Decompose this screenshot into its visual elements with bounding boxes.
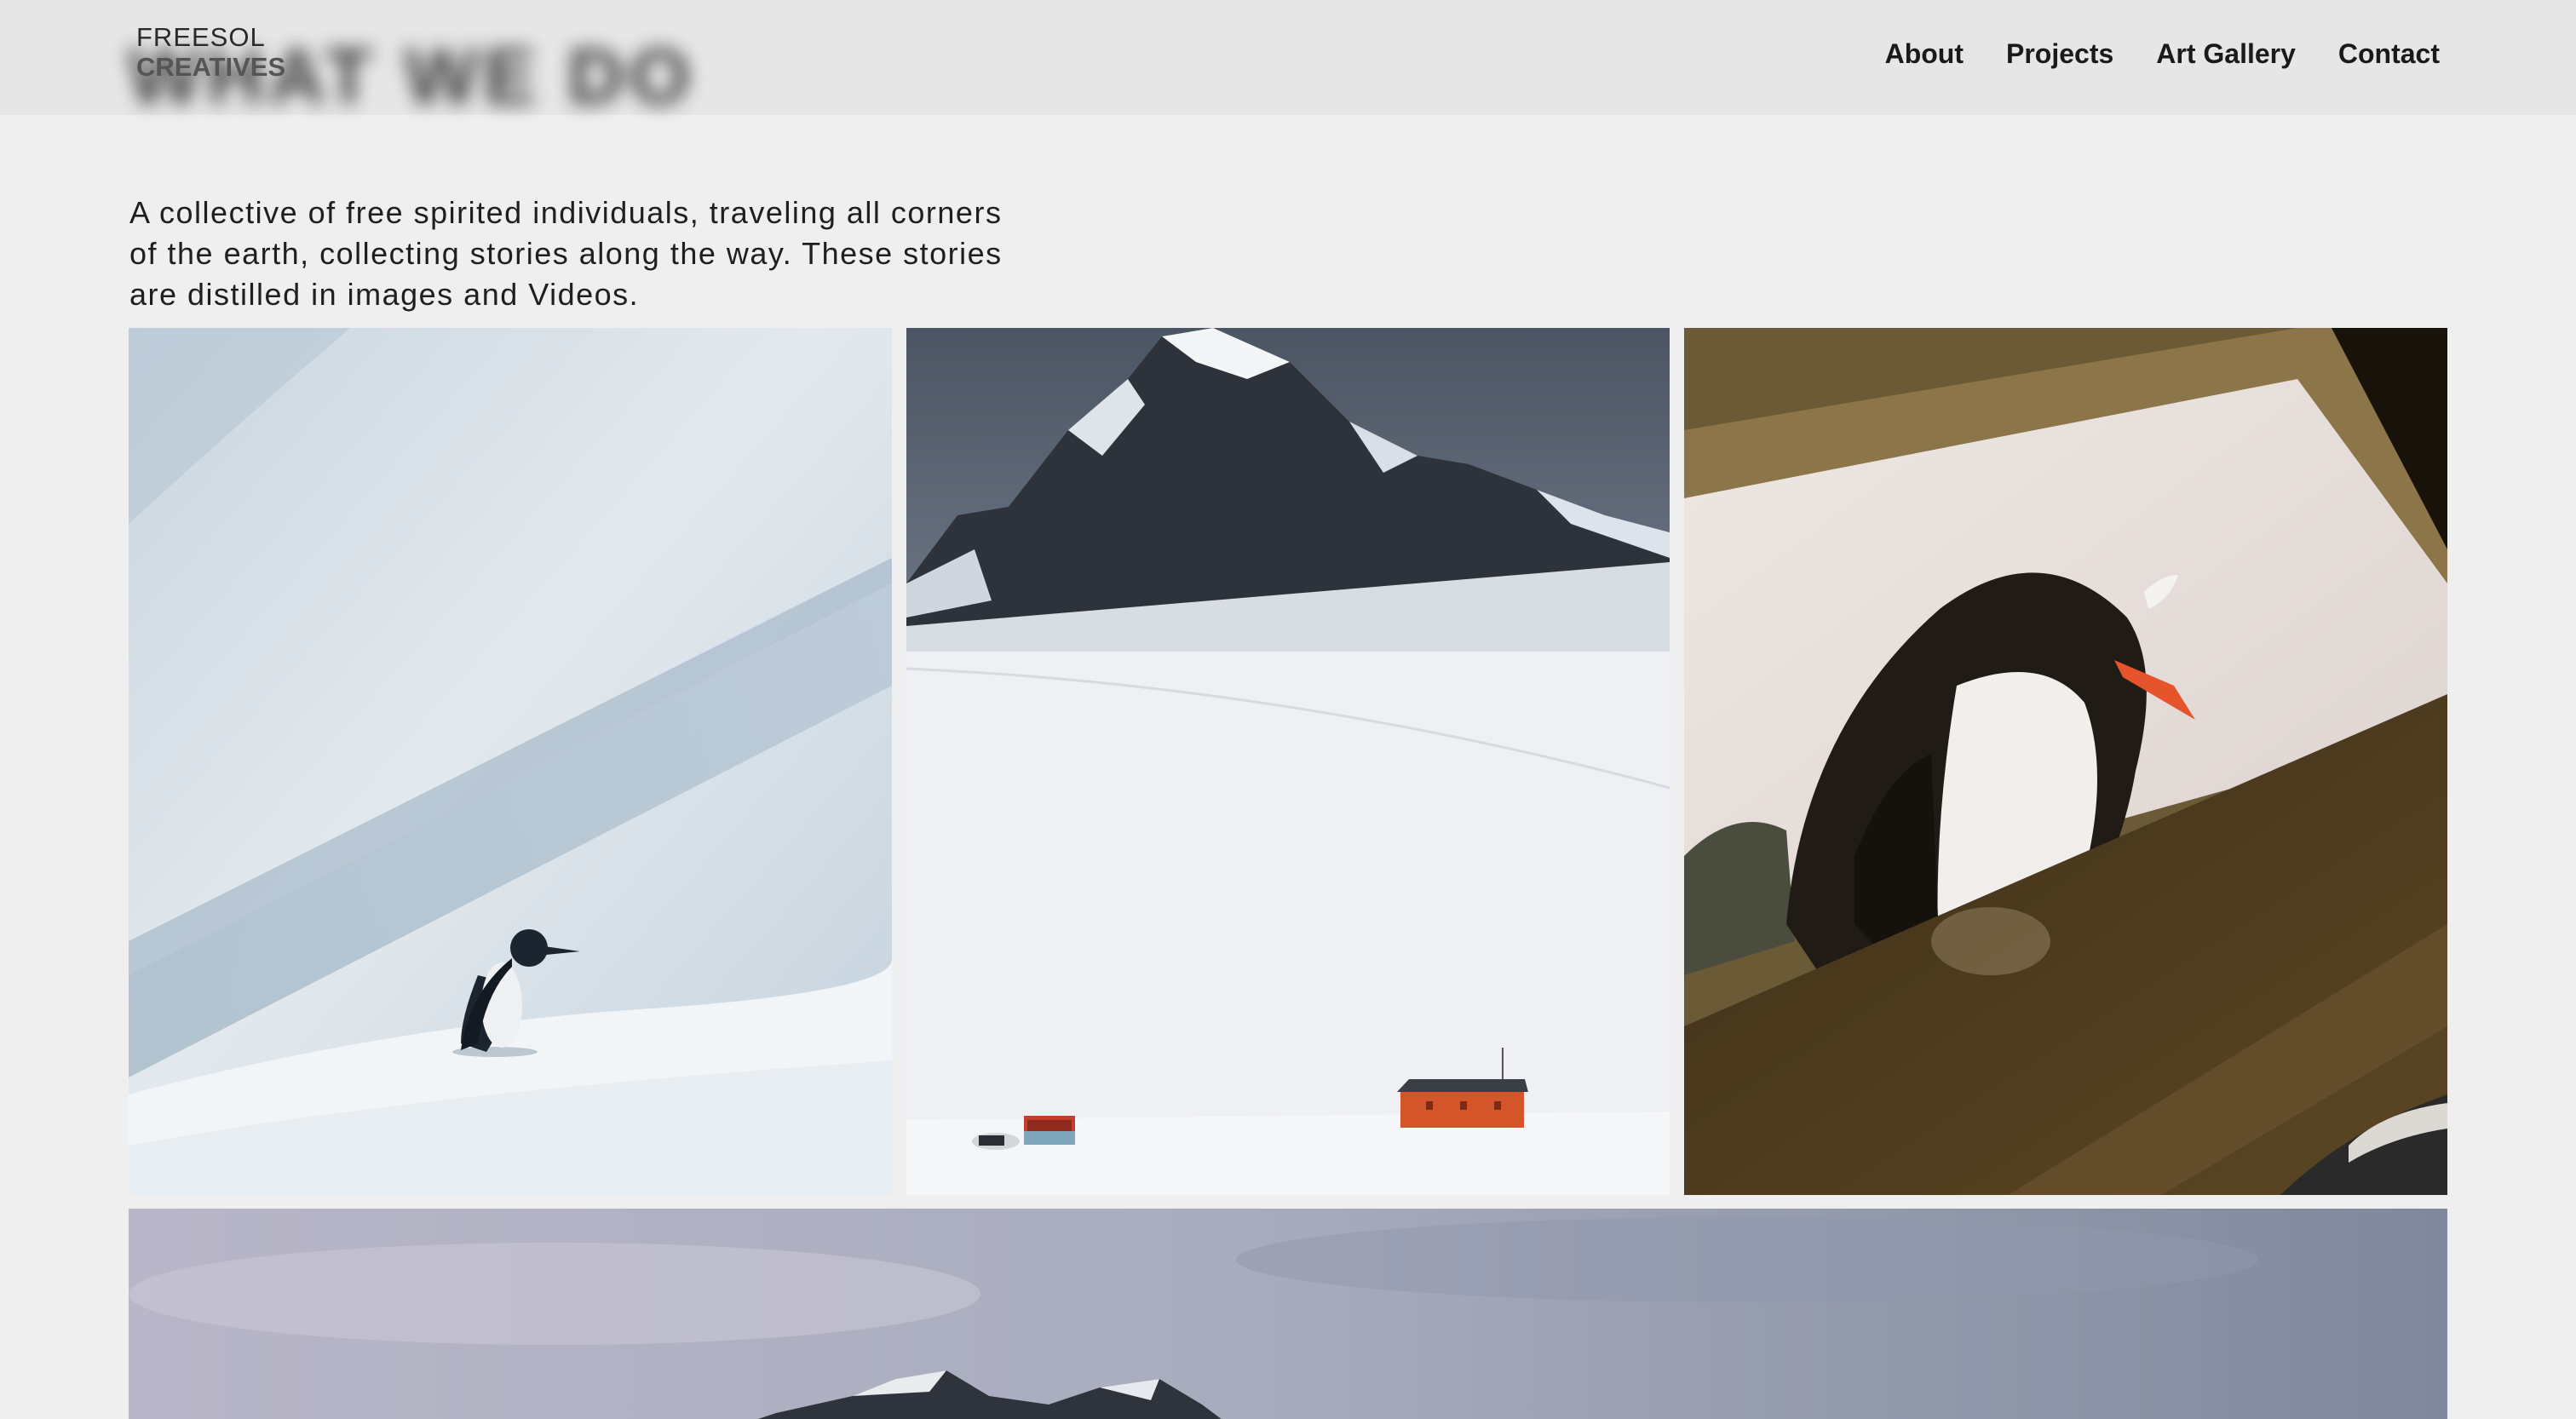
panorama-illustration (129, 1209, 2447, 1419)
gallery-image-panorama[interactable] (129, 1209, 2447, 1419)
page: WHAT WE DO FREESOL CREATIVES About Proje… (0, 0, 2576, 1419)
intro-text: A collective of free spirited individual… (129, 195, 1003, 312)
mountain-huts-illustration (906, 328, 1670, 1195)
gallery-image-penguin-slope[interactable] (129, 328, 892, 1195)
nav-contact[interactable]: Contact (2338, 38, 2440, 70)
site-logo[interactable]: FREESOL CREATIVES (136, 24, 285, 80)
gallery-image-mountain-huts[interactable] (906, 328, 1670, 1195)
penguin-slope-illustration (129, 328, 892, 1195)
logo-line-1: FREESOL (136, 22, 266, 52)
gallery-image-penguin-closeup[interactable] (1684, 328, 2447, 1195)
nav-about[interactable]: About (1885, 38, 1964, 70)
site-header: WHAT WE DO FREESOL CREATIVES About Proje… (0, 0, 2576, 120)
penguin-closeup-illustration (1684, 328, 2447, 1195)
main-nav: About Projects Art Gallery Contact (1885, 38, 2440, 70)
logo-line-2: CREATIVES (136, 52, 286, 82)
nav-projects[interactable]: Projects (2006, 38, 2113, 70)
nav-art-gallery[interactable]: Art Gallery (2156, 38, 2296, 70)
